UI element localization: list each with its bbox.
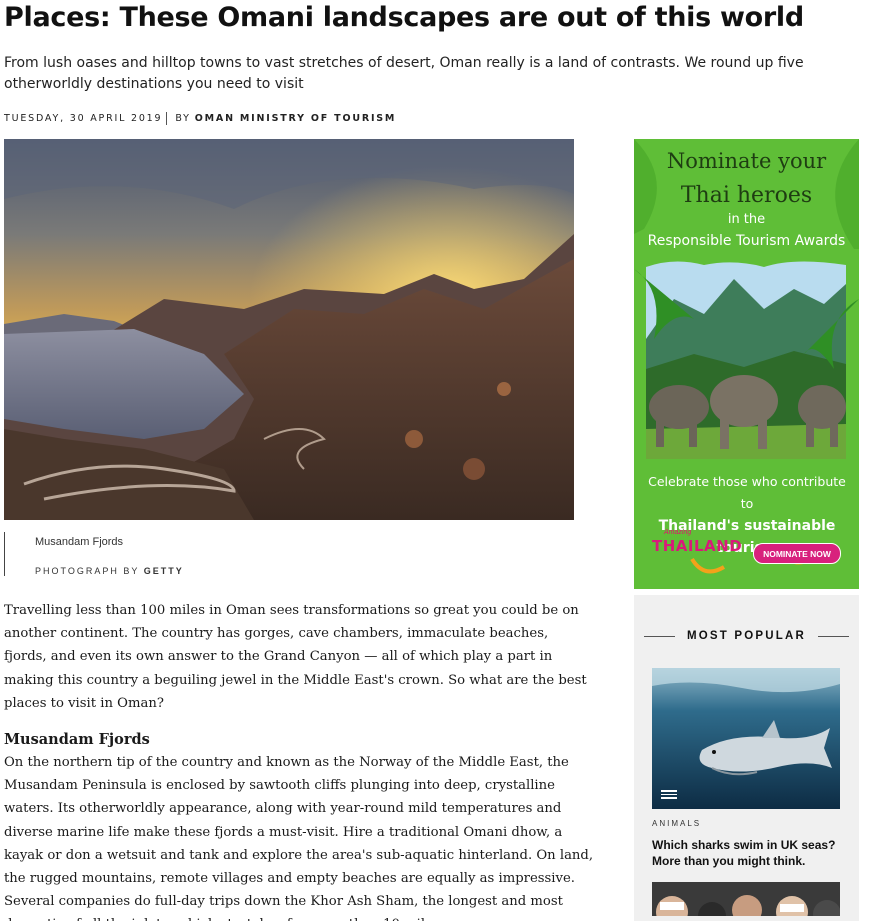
most-popular-label: MOST POPULAR [686,630,807,642]
section-heading-musandam: Musandam Fjords [4,731,150,749]
heading-rule-left [644,635,675,637]
article-body: Travelling less than 100 miles in Oman s… [4,599,594,921]
section-paragraph-musandam: On the northern tip of the country and k… [4,755,594,921]
ad-headline-2: Thai heroes [680,183,813,208]
ad-headline-3: in the [727,212,766,227]
credit-name: GETTY [143,566,184,576]
article-headline: Places: These Omani landscapes are out o… [4,2,804,33]
byline-label: BY [175,112,191,124]
ad-headline-1: Nominate your [666,149,827,173]
photo-credit: PHOTOGRAPH BY GETTY [35,566,184,576]
hero-image-musandam-fjords [4,139,574,520]
article-standfirst: From lush oases and hilltop towns to vas… [4,55,804,92]
author-link[interactable]: OMAN MINISTRY OF TOURISM [195,113,396,124]
caption-title: Musandam Fjords [35,536,124,548]
ad-brand-small: Amazing [664,529,692,536]
heading-rule-right [818,635,850,637]
most-popular-panel: MOST POPULAR ANIMALS Which sharks swim i… [634,595,859,921]
credit-label: PHOTOGRAPH BY [35,566,140,576]
publish-date: TUESDAY, 30 APRIL 2019 [4,112,163,124]
nominate-now-button[interactable]: NOMINATE NOW [753,543,841,564]
ad-headline-4: Responsible Tourism Awards [647,233,846,249]
second-story-thumbnail[interactable] [652,882,840,916]
meta-divider [166,111,168,125]
ad-tagline-1: Celebrate those who contribute to [648,474,846,511]
advert-amazing-thailand[interactable]: Nominate your Thai heroes in the Respons… [634,139,859,589]
shark-thumbnail[interactable] [652,668,840,809]
gallery-icon [661,790,677,800]
intro-paragraph: Travelling less than 100 miles in Oman s… [4,603,587,711]
ad-brand-logo: THAILAND [652,537,743,555]
card-title-link[interactable]: Which sharks swim in UK seas? More than … [652,837,842,869]
most-popular-heading: MOST POPULAR [644,627,850,645]
article-meta: TUESDAY, 30 APRIL 2019 BY OMAN MINISTRY … [4,111,396,125]
image-caption: Musandam Fjords PHOTOGRAPH BY GETTY [4,532,404,576]
card-category[interactable]: ANIMALS [652,819,701,828]
